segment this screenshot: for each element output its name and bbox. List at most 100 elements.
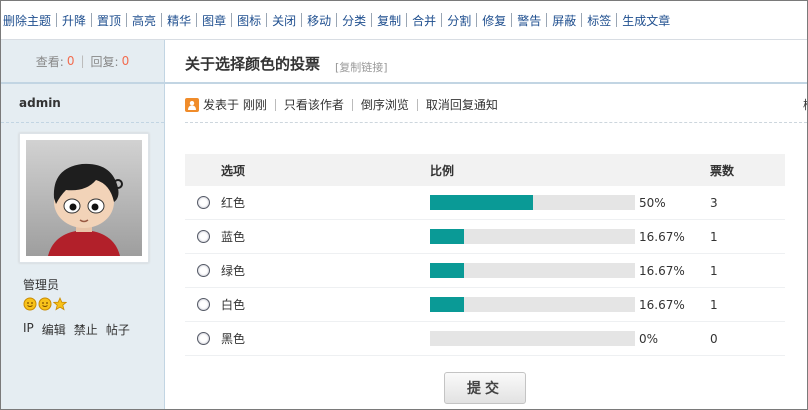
ratio-percent: 50% bbox=[639, 195, 666, 210]
toolbar-item[interactable]: 复制 bbox=[366, 12, 401, 29]
header-option: 选项 bbox=[221, 163, 246, 178]
ratio-bar-track bbox=[430, 229, 635, 244]
option-label[interactable]: 蓝色 bbox=[221, 228, 430, 245]
option-label[interactable]: 红色 bbox=[221, 194, 430, 211]
radio-cell bbox=[185, 230, 221, 243]
radio-cell bbox=[185, 196, 221, 209]
radio-cell bbox=[185, 264, 221, 277]
thread-title: 关于选择颜色的投票 bbox=[185, 55, 321, 73]
poll-table: 选项 比例 票数 红色 50% 3 蓝色 16.67% 1 绿色 16.67% 1 白色 16.67… bbox=[185, 154, 785, 356]
replies-count: 0 bbox=[121, 54, 130, 68]
moderation-toolbar: 删除主题 升降 置顶 高亮 精华 图章 图标 关闭 移动 分类 复制 合并 分割 修复 警告 屏蔽 标签 生成文章 bbox=[1, 1, 807, 40]
poll-option-row: 绿色 16.67% 1 bbox=[185, 254, 785, 288]
thread-title-bar: 关于选择颜色的投票 [复制链接] bbox=[165, 40, 807, 84]
toolbar-item[interactable]: 高亮 bbox=[121, 12, 156, 29]
cancel-notify-link[interactable]: 取消回复通知 bbox=[426, 96, 498, 113]
divider bbox=[416, 98, 418, 111]
ban-link[interactable]: 禁止 bbox=[74, 321, 98, 338]
ratio-cell: 16.67% bbox=[430, 297, 710, 312]
ip-link[interactable]: IP bbox=[23, 321, 34, 338]
views-count: 0 bbox=[66, 54, 75, 68]
header-ratio: 比例 bbox=[430, 163, 455, 178]
toolbar-item[interactable]: 合并 bbox=[401, 12, 436, 29]
ratio-bar-track bbox=[430, 297, 635, 312]
ratio-cell: 50% bbox=[430, 195, 710, 210]
user-rank-icons bbox=[23, 297, 67, 311]
option-label[interactable]: 绿色 bbox=[221, 262, 430, 279]
reverse-order-link[interactable]: 倒序浏览 bbox=[361, 96, 409, 113]
ratio-percent: 16.67% bbox=[639, 297, 685, 312]
ratio-cell: 16.67% bbox=[430, 263, 710, 278]
poll-rows: 红色 50% 3 蓝色 16.67% 1 绿色 16.67% 1 白色 16.67% 1 黑色 0% 0 bbox=[185, 186, 785, 356]
divider bbox=[351, 98, 353, 111]
toolbar-item[interactable]: 删除主题 bbox=[3, 12, 51, 29]
toolbar-item[interactable]: 修复 bbox=[471, 12, 506, 29]
option-label[interactable]: 白色 bbox=[221, 296, 430, 313]
poll-option-row: 蓝色 16.67% 1 bbox=[185, 220, 785, 254]
toolbar-item[interactable]: 置顶 bbox=[86, 12, 121, 29]
ratio-bar-track bbox=[430, 263, 635, 278]
replies-label: 回复: bbox=[90, 54, 119, 69]
ratio-percent: 16.67% bbox=[639, 263, 685, 278]
vote-count: 3 bbox=[710, 195, 718, 210]
vote-count: 0 bbox=[710, 331, 718, 346]
ratio-bar-fill bbox=[430, 229, 465, 244]
toolbar-item[interactable]: 精华 bbox=[156, 12, 191, 29]
author-sidebar: 查看: 0 | 回复: 0 admin 管理员 IP 编辑 禁止 帖子 bbox=[1, 40, 165, 409]
vote-count: 1 bbox=[710, 229, 718, 244]
header-votes: 票数 bbox=[710, 163, 735, 178]
poll-option-row: 红色 50% 3 bbox=[185, 186, 785, 220]
sun-icon bbox=[38, 297, 52, 311]
poll-option-row: 白色 16.67% 1 bbox=[185, 288, 785, 322]
option-label[interactable]: 黑色 bbox=[221, 330, 430, 347]
sun-icon bbox=[23, 297, 37, 311]
edit-link[interactable]: 编辑 bbox=[42, 321, 66, 338]
option-radio[interactable] bbox=[196, 298, 210, 311]
toolbar-item[interactable]: 警告 bbox=[506, 12, 541, 29]
toolbar-item[interactable]: 升降 bbox=[51, 12, 86, 29]
author-name[interactable]: admin bbox=[1, 84, 164, 123]
toolbar-item[interactable]: 标签 bbox=[576, 12, 611, 29]
toolbar-item[interactable]: 分割 bbox=[436, 12, 471, 29]
ratio-cell: 0% bbox=[430, 331, 710, 346]
toolbar-item[interactable]: 图章 bbox=[191, 12, 226, 29]
option-radio[interactable] bbox=[196, 332, 210, 345]
radio-cell bbox=[185, 298, 221, 311]
toolbar-item[interactable]: 图标 bbox=[226, 12, 261, 29]
toolbar-item[interactable]: 移动 bbox=[296, 12, 331, 29]
copy-link[interactable]: [复制链接] bbox=[335, 59, 388, 75]
toolbar-item[interactable]: 关闭 bbox=[261, 12, 296, 29]
option-radio[interactable] bbox=[196, 230, 210, 243]
ratio-bar-fill bbox=[430, 263, 465, 278]
ratio-bar-track bbox=[430, 195, 635, 210]
toolbar-item[interactable]: 分类 bbox=[331, 12, 366, 29]
floor-label: 楼 bbox=[803, 96, 807, 113]
ratio-cell: 16.67% bbox=[430, 229, 710, 244]
ratio-bar-fill bbox=[430, 297, 465, 312]
divider bbox=[274, 98, 276, 111]
star-icon bbox=[53, 297, 67, 311]
admin-links: IP 编辑 禁止 帖子 bbox=[23, 321, 130, 338]
toolbar-item[interactable]: 生成文章 bbox=[611, 12, 670, 29]
views-label: 查看: bbox=[35, 54, 64, 69]
page-frame: 删除主题 升降 置顶 高亮 精华 图章 图标 关闭 移动 分类 复制 合并 分割 修复 警告 屏蔽 标签 生成文章… bbox=[0, 0, 808, 410]
poll-option-row: 黑色 0% 0 bbox=[185, 322, 785, 356]
poll-header-row: 选项 比例 票数 bbox=[185, 154, 785, 186]
posts-link[interactable]: 帖子 bbox=[106, 321, 130, 338]
poster-icon bbox=[185, 97, 199, 112]
post-info-bar: 发表于 刚刚 只看该作者 倒序浏览 取消回复通知 bbox=[185, 96, 498, 113]
submit-button[interactable]: 提交 bbox=[444, 372, 526, 404]
ratio-bar-fill bbox=[430, 195, 533, 210]
ratio-percent: 0% bbox=[639, 331, 659, 346]
post-main: 关于选择颜色的投票 [复制链接] 发表于 刚刚 只看该作者 倒序浏览 取消回复通… bbox=[165, 40, 807, 409]
ratio-bar-track bbox=[430, 331, 635, 346]
option-radio[interactable] bbox=[196, 196, 210, 209]
user-group[interactable]: 管理员 bbox=[23, 276, 59, 293]
vote-count: 1 bbox=[710, 263, 718, 278]
avatar[interactable] bbox=[19, 133, 149, 263]
thread-stats: 查看: 0 | 回复: 0 bbox=[1, 40, 164, 84]
toolbar-item[interactable]: 屏蔽 bbox=[541, 12, 576, 29]
only-author-link[interactable]: 只看该作者 bbox=[284, 96, 344, 113]
radio-cell bbox=[185, 332, 221, 345]
option-radio[interactable] bbox=[196, 264, 210, 277]
